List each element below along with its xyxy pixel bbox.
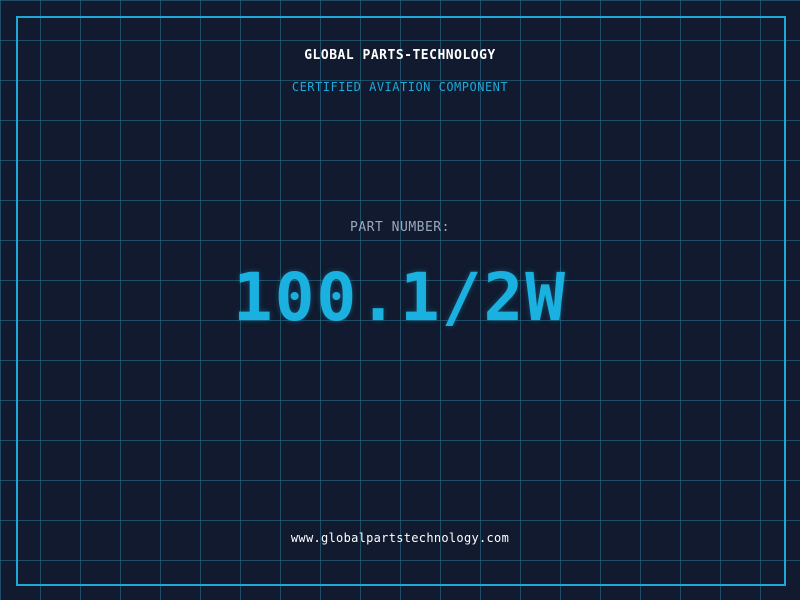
part-label-card: GLOBAL PARTS-TECHNOLOGY CERTIFIED AVIATI…	[0, 0, 800, 600]
certification-tagline: CERTIFIED AVIATION COMPONENT	[291, 80, 509, 94]
part-number-label: PART NUMBER:	[350, 220, 450, 235]
company-name: GLOBAL PARTS-TECHNOLOGY	[304, 48, 496, 63]
website-link[interactable]: www.globalpartstechnology.com	[0, 531, 800, 545]
part-number-value: 100.1/2W	[233, 259, 567, 336]
